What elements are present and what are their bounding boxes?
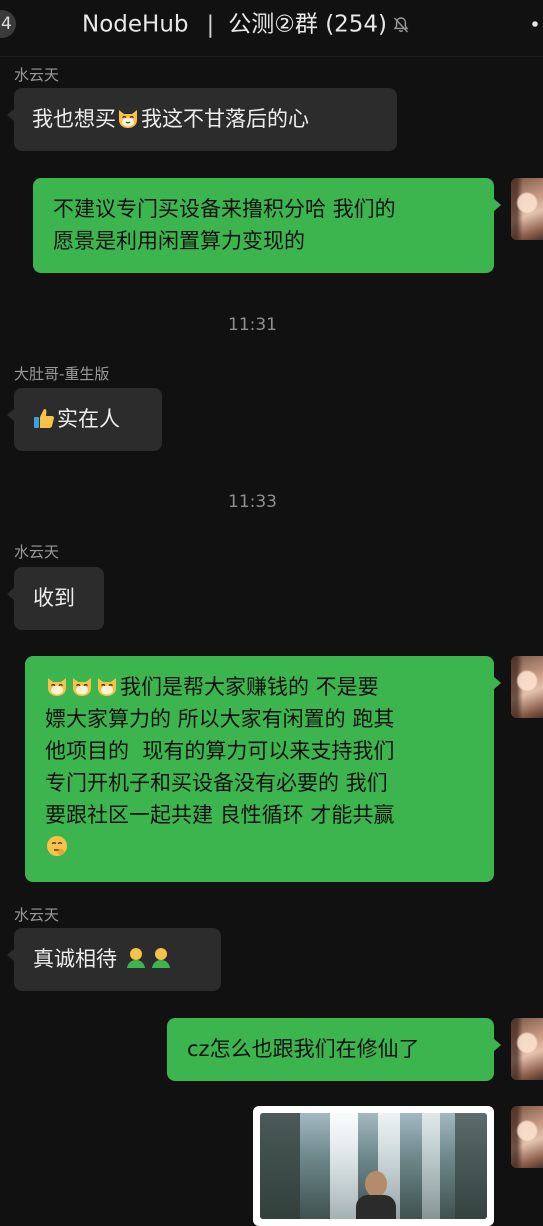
my-avatar[interactable] bbox=[511, 1018, 543, 1080]
thumbs-up-emoji-icon bbox=[34, 409, 54, 428]
waterfall-photo bbox=[260, 1113, 487, 1219]
message-text: 收到 bbox=[33, 586, 75, 610]
message-text: 实在人 bbox=[57, 407, 120, 431]
message-bubble-incoming[interactable]: 我也想买 我这不甘落后的心 bbox=[7, 88, 397, 151]
message-text: 我也想买 bbox=[32, 107, 116, 131]
person-emoji-icon bbox=[151, 948, 170, 968]
timestamp: 11:31 bbox=[228, 315, 277, 335]
sender-name: 水云天 bbox=[14, 66, 60, 84]
bell-slash-icon bbox=[393, 16, 409, 32]
chat-title[interactable]: NodeHub | 公测②群 (254) bbox=[82, 8, 411, 40]
sender-name: 水云天 bbox=[14, 906, 60, 924]
message-bubble-incoming[interactable]: 真诚相待 bbox=[7, 928, 221, 991]
message-text: 真诚相待 bbox=[33, 947, 117, 971]
thinking-face-emoji-icon bbox=[47, 836, 67, 856]
cat-face-emoji-icon bbox=[119, 110, 137, 128]
message-bubble-incoming[interactable]: 实在人 bbox=[7, 388, 162, 451]
group-name: 公测②群 bbox=[228, 11, 318, 38]
my-avatar[interactable] bbox=[511, 1106, 543, 1168]
my-avatar[interactable] bbox=[511, 656, 543, 718]
message-bubble-outgoing[interactable]: cz怎么也跟我们在修仙了 bbox=[167, 1018, 501, 1081]
message-text: cz怎么也跟我们在修仙了 bbox=[187, 1037, 420, 1061]
title-separator: | bbox=[206, 11, 215, 38]
back-unread-count[interactable]: 4 bbox=[0, 10, 16, 38]
sender-name: 水云天 bbox=[14, 543, 60, 561]
more-dots-icon[interactable] bbox=[527, 10, 543, 38]
cat-face-emoji-icon bbox=[48, 678, 66, 696]
sender-name: 大肚哥-重生版 bbox=[14, 365, 110, 383]
message-bubble-outgoing[interactable]: 不建议专门买设备来撸积分哈 我们的 愿景是利用闲置算力变现的 bbox=[33, 178, 501, 273]
app-name: NodeHub bbox=[82, 11, 189, 38]
cat-face-emoji-icon bbox=[73, 678, 91, 696]
timestamp: 11:33 bbox=[228, 492, 277, 512]
message-text: 不建议专门买设备来撸积分哈 我们的 愿景是利用闲置算力变现的 bbox=[53, 197, 396, 253]
message-bubble-outgoing[interactable]: 我们是帮大家赚钱的 不是要 嫖大家算力的 所以大家有闲置的 跑其 他项目的 现有… bbox=[25, 656, 501, 882]
message-bubble-incoming[interactable]: 收到 bbox=[7, 567, 104, 630]
person-emoji-icon bbox=[126, 948, 145, 968]
my-avatar[interactable] bbox=[511, 178, 543, 240]
image-message[interactable] bbox=[253, 1106, 494, 1226]
member-count: (254) bbox=[325, 11, 388, 38]
chat-header: 4 NodeHub | 公测②群 (254) bbox=[0, 0, 543, 57]
cat-face-emoji-icon bbox=[98, 678, 116, 696]
message-text-continued: 我这不甘落后的心 bbox=[141, 107, 309, 131]
